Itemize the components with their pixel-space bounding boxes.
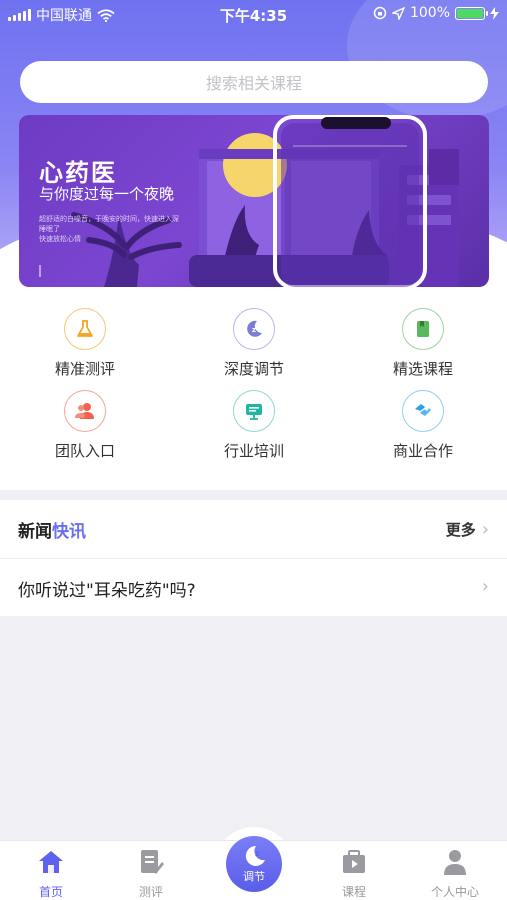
- tab-assessment[interactable]: 测评: [111, 847, 191, 900]
- chevron-right-icon: ›: [481, 576, 489, 597]
- battery-icon: [455, 6, 488, 20]
- menu-label: 行业培训: [223, 442, 284, 460]
- tab-course[interactable]: 课程: [314, 847, 394, 900]
- rotation-lock-icon: [373, 6, 387, 20]
- quick-menu-grid: 精准测评 z 深度调节 精选课程 团队入口 行业培训 商业合作: [0, 300, 507, 490]
- tab-regulation-center-button[interactable]: z 调节: [226, 836, 282, 892]
- news-list-item[interactable]: 你听说过"耳朵吃药"吗? ›: [0, 559, 507, 616]
- svg-text:z: z: [252, 326, 256, 334]
- menu-item-courses[interactable]: 精选课程: [363, 308, 483, 379]
- menu-label: 商业合作: [392, 442, 453, 460]
- menu-label: 团队入口: [54, 442, 115, 460]
- tab-label: 个人中心: [430, 885, 479, 899]
- tab-label: 课程: [341, 885, 366, 899]
- menu-label: 精准测评: [54, 360, 115, 378]
- menu-label: 精选课程: [392, 360, 453, 378]
- team-icon: [64, 390, 106, 432]
- news-more-link[interactable]: 更多 ›: [446, 519, 489, 540]
- svg-text:z: z: [255, 849, 260, 858]
- location-icon: [391, 6, 405, 20]
- news-title-part2: 快讯: [52, 522, 86, 542]
- news-title: 新闻快讯: [18, 517, 86, 542]
- tab-home[interactable]: 首页: [11, 847, 91, 900]
- banner-caption-line2: 快速放松心情: [39, 235, 81, 243]
- banner-caption-line1: 超舒适的白噪音，于晚安的时间，快速进入深睡眠了: [39, 215, 179, 233]
- sleep-moon-icon: z: [245, 845, 265, 866]
- news-title-part1: 新闻: [18, 522, 52, 542]
- menu-item-training[interactable]: 行业培训: [194, 390, 314, 461]
- status-bar: 中国联通 下午4:35 100%: [0, 0, 507, 28]
- profile-icon: [440, 847, 470, 877]
- sleep-moon-icon: z: [233, 308, 275, 350]
- handshake-icon: [402, 390, 444, 432]
- banner-caption: 超舒适的白噪音，于晚安的时间，快速进入深睡眠了 快速放松心情: [39, 214, 179, 244]
- battery-percent: 100%: [409, 5, 450, 21]
- menu-item-team[interactable]: 团队入口: [25, 390, 145, 461]
- news-more-label: 更多: [445, 521, 476, 539]
- tab-label: 调节: [243, 870, 265, 883]
- status-right: 100%: [373, 5, 499, 21]
- home-icon: [36, 847, 66, 877]
- assessment-icon: [136, 847, 166, 877]
- news-section: 新闻快讯 更多 › 你听说过"耳朵吃药"吗? ›: [0, 500, 507, 616]
- chevron-right-icon: ›: [481, 519, 489, 540]
- charging-icon: [490, 6, 499, 20]
- menu-item-assessment[interactable]: 精准测评: [25, 308, 145, 379]
- banner-subtitle: 与你度过每一个夜晚: [39, 185, 175, 203]
- course-icon: [339, 847, 369, 877]
- training-icon: [233, 390, 275, 432]
- flask-icon: [64, 308, 106, 350]
- tab-label: 首页: [38, 885, 63, 899]
- search-input[interactable]: 搜索相关课程: [20, 61, 488, 103]
- menu-label: 深度调节: [223, 360, 284, 378]
- tab-label: 测评: [138, 885, 163, 899]
- promo-banner[interactable]: 心药医 与你度过每一个夜晚 超舒适的白噪音，于晚安的时间，快速进入深睡眠了 快速…: [19, 115, 489, 287]
- news-header: 新闻快讯 更多 ›: [0, 500, 507, 558]
- menu-item-regulation[interactable]: z 深度调节: [194, 308, 314, 379]
- tab-profile[interactable]: 个人中心: [415, 847, 495, 900]
- book-icon: [402, 308, 444, 350]
- search-placeholder: 搜索相关课程: [205, 74, 302, 93]
- menu-item-business[interactable]: 商业合作: [363, 390, 483, 461]
- news-item-title: 你听说过"耳朵吃药"吗?: [18, 581, 196, 601]
